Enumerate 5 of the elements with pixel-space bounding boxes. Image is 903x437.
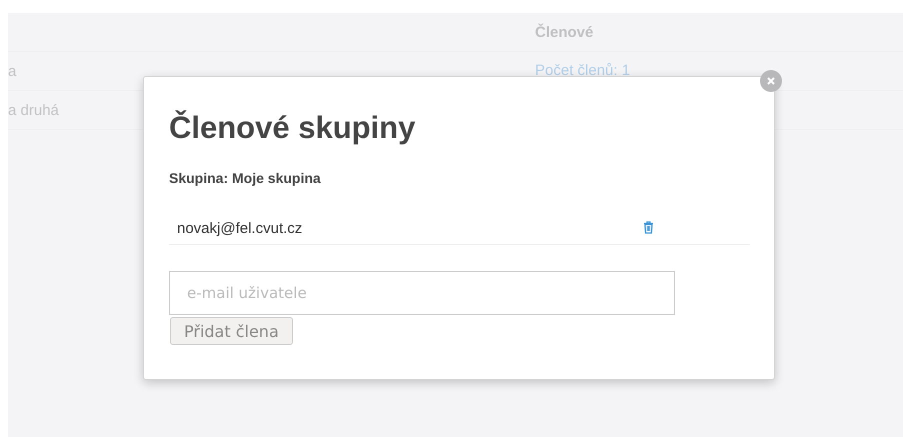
- member-email: novakj@fel.cvut.cz: [177, 220, 302, 236]
- modal-title: Členové skupiny: [169, 110, 416, 146]
- group-label: Skupina: Moje skupina: [169, 170, 322, 186]
- trash-icon[interactable]: [643, 221, 654, 234]
- email-field[interactable]: e-mail uživatele: [169, 271, 675, 315]
